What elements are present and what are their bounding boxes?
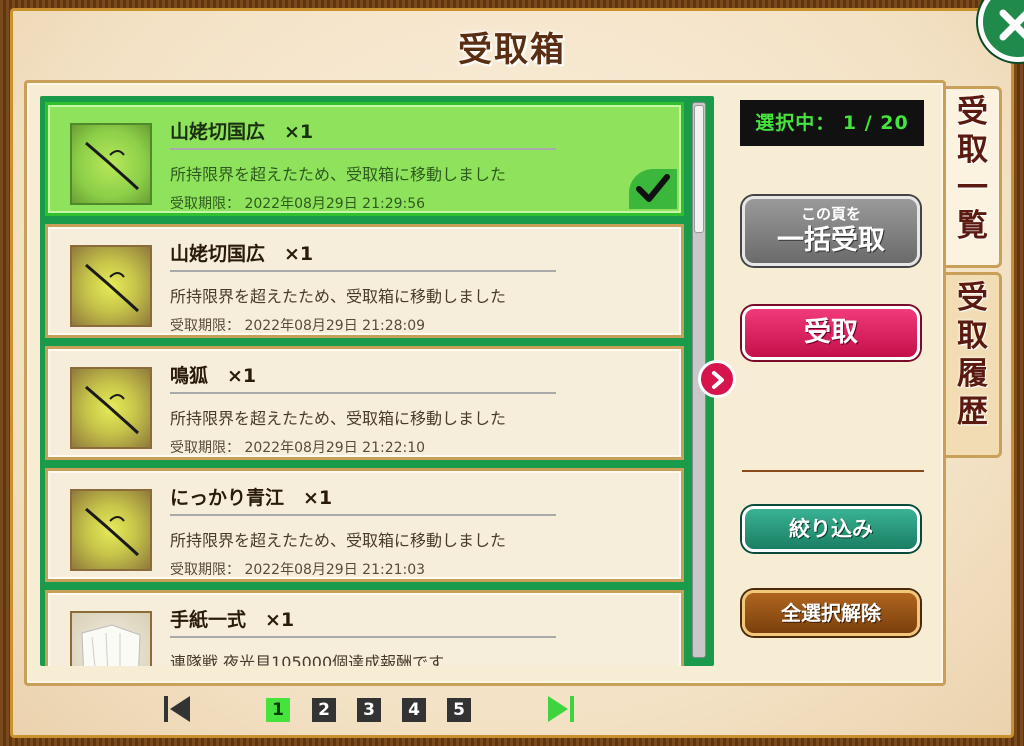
bulk-receive-button[interactable]: この頁を 一括受取	[742, 196, 920, 266]
page-title: 受取箱	[458, 30, 566, 70]
list-item[interactable]: にっかり青江 ×1 所持限界を超えたため、受取箱に移動しました 受取期限： 20…	[45, 468, 684, 582]
item-list: 山姥切国広 ×1 所持限界を超えたため、受取箱に移動しました 受取期限： 202…	[40, 96, 714, 666]
check-icon	[629, 169, 677, 209]
last-page-icon[interactable]	[544, 692, 578, 726]
filter-button[interactable]: 絞り込み	[742, 506, 920, 552]
item-name: にっかり青江 ×1	[170, 483, 556, 516]
page-2-button[interactable]: 2	[312, 698, 336, 722]
page-4-button[interactable]: 4	[402, 698, 426, 722]
deselect-all-button[interactable]: 全選択解除	[742, 590, 920, 636]
item-description: 所持限界を超えたため、受取箱に移動しました	[170, 287, 507, 306]
tab-receive-history[interactable]: 受取履歴	[946, 272, 1002, 458]
item-expiry: 受取期限： 2022年08月29日 21:21:03	[170, 562, 426, 578]
item-description: 所持限界を超えたため、受取箱に移動しました	[170, 409, 507, 428]
item-name: 山姥切国広 ×1	[170, 117, 556, 150]
receive-button[interactable]: 受取	[742, 306, 920, 360]
sword-item-icon	[70, 123, 152, 205]
chevron-right-icon	[712, 371, 724, 389]
item-description: 所持限界を超えたため、受取箱に移動しました	[170, 165, 507, 184]
item-expiry: 受取期限： 2022年08月29日 21:28:09	[170, 318, 426, 334]
bulk-receive-label: 一括受取	[777, 225, 885, 256]
list-item[interactable]: 手紙一式 ×1 連隊戦 夜光貝105000個達成報酬です	[45, 590, 684, 666]
page-1-button[interactable]: 1	[266, 698, 290, 722]
item-name: 手紙一式 ×1	[170, 605, 556, 638]
first-page-icon[interactable]	[160, 692, 194, 726]
item-expiry: 受取期限： 2022年08月29日 21:22:10	[170, 440, 426, 456]
scrollbar-thumb[interactable]	[694, 105, 704, 233]
bulk-receive-sublabel: この頁を	[800, 205, 861, 223]
close-icon	[999, 9, 1024, 41]
pagination: 1 2 3 4 5	[160, 692, 580, 728]
item-name: 山姥切国広 ×1	[170, 239, 556, 272]
item-description: 連隊戦 夜光貝105000個達成報酬です	[170, 653, 445, 666]
expand-arrow-button[interactable]	[698, 360, 736, 398]
selection-counter: 選択中： 1 / 20	[740, 100, 924, 146]
divider	[742, 470, 924, 472]
tab-receive-list[interactable]: 受取一覧	[946, 86, 1002, 268]
page-3-button[interactable]: 3	[357, 698, 381, 722]
tab-receive-list-label: 受取一覧	[957, 94, 988, 244]
sword-item-icon	[70, 489, 152, 571]
item-expiry: 受取期限： 2022年08月29日 21:29:56	[170, 196, 426, 212]
list-item-selected[interactable]: 山姥切国広 ×1 所持限界を超えたため、受取箱に移動しました 受取期限： 202…	[45, 102, 684, 216]
list-item[interactable]: 鳴狐 ×1 所持限界を超えたため、受取箱に移動しました 受取期限： 2022年0…	[45, 346, 684, 460]
page-5-button[interactable]: 5	[447, 698, 471, 722]
tab-receive-history-label: 受取履歴	[957, 280, 988, 430]
letter-item-icon	[70, 611, 152, 666]
list-item[interactable]: 山姥切国広 ×1 所持限界を超えたため、受取箱に移動しました 受取期限： 202…	[45, 224, 684, 338]
sword-item-icon	[70, 367, 152, 449]
item-name: 鳴狐 ×1	[170, 361, 556, 394]
item-description: 所持限界を超えたため、受取箱に移動しました	[170, 531, 507, 550]
sword-item-icon	[70, 245, 152, 327]
